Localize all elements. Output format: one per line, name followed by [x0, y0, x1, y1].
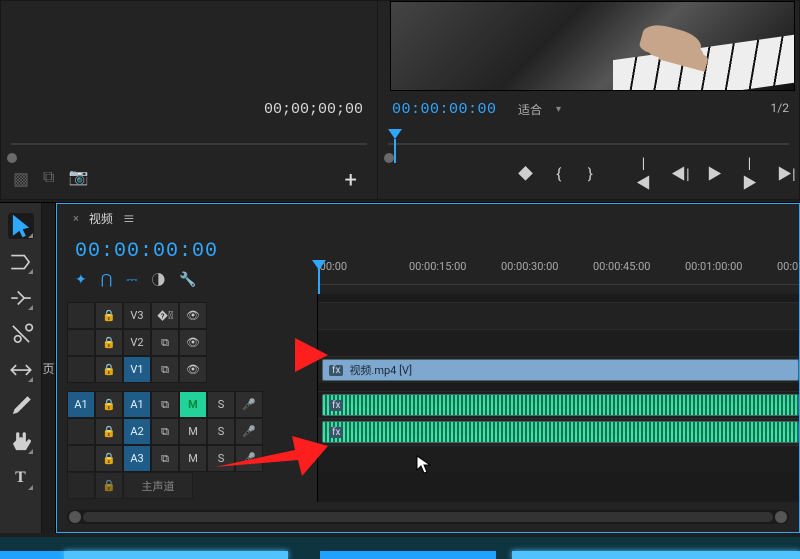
track-label[interactable]: A3	[123, 445, 151, 472]
voice-icon[interactable]: 🎤	[235, 391, 263, 418]
source-timecode: 00;00;00;00	[264, 101, 363, 118]
video-clip[interactable]: fx 视频.mp4 [V]	[322, 359, 799, 381]
track-label: 主声道	[123, 472, 193, 499]
panel-divider[interactable]: 页	[42, 203, 56, 533]
fx-badge: fx	[329, 365, 343, 376]
markers-toggle[interactable]: ◑	[151, 270, 165, 290]
program-monitor: 00:00:00:00 适合 ▾ 1/2 ◆ { } |◀ ◀| ▶ |▶ ▶|	[378, 0, 800, 200]
mark-in-icon[interactable]: {	[553, 165, 564, 183]
marker-icon[interactable]: ◆	[518, 163, 533, 184]
voice-icon[interactable]: 🎤	[235, 445, 263, 472]
goto-in-icon[interactable]: |◀	[636, 154, 651, 193]
fx-badge: fx	[329, 400, 343, 411]
ruler-tick: 00:00:15:00	[409, 260, 466, 273]
clips-area[interactable]: fx 视频.mp4 [V] fx fx	[317, 294, 799, 502]
slip-tool[interactable]	[8, 357, 34, 383]
goto-out-icon[interactable]: ▶|	[777, 163, 793, 184]
mute-button[interactable]: M	[179, 391, 207, 418]
source-monitor: 00;00;00;00 ▩ ⧉ 📷 +	[0, 0, 378, 200]
play-icon[interactable]: ▶	[707, 163, 722, 184]
track-select-tool[interactable]	[8, 249, 34, 275]
mute-button[interactable]: M	[179, 418, 207, 445]
lock-icon[interactable]: 🔒	[95, 445, 123, 472]
panel-divider-label: 页	[42, 360, 54, 377]
chevron-down-icon: ▾	[556, 104, 561, 115]
toggle-output-icon[interactable]: ⧉	[151, 391, 179, 418]
track-label[interactable]: V1	[123, 356, 151, 383]
track-label[interactable]: A1	[123, 391, 151, 418]
add-button[interactable]: +	[345, 168, 357, 193]
step-fwd-icon[interactable]: |▶	[742, 154, 757, 193]
render-progress	[0, 537, 800, 559]
zoom-fit-dropdown[interactable]: 适合 ▾	[518, 101, 561, 118]
eye-icon[interactable]: 👁	[179, 356, 207, 383]
sequence-name: 视频	[89, 210, 113, 227]
lock-icon[interactable]: 🔒	[95, 356, 123, 383]
solo-button[interactable]: S	[207, 391, 235, 418]
ruler-tick: 00:01:00:00	[685, 260, 742, 273]
program-time-ruler[interactable]	[388, 129, 789, 153]
timeline-hzoom[interactable]	[67, 510, 789, 524]
toggle-output-icon[interactable]: ⧉	[151, 445, 179, 472]
program-timecode[interactable]: 00:00:00:00	[392, 101, 497, 118]
hand-tool[interactable]	[8, 429, 34, 455]
toggle-output-icon[interactable]: ⧉	[151, 356, 179, 383]
nest-toggle[interactable]: ✦	[75, 272, 87, 288]
mark-out-icon[interactable]: }	[585, 165, 596, 183]
transport-controls: ◆ { } |◀ ◀| ▶ |▶ ▶|	[518, 154, 793, 193]
track-label[interactable]: V2	[123, 329, 151, 356]
audio-clip-a1[interactable]: fx	[322, 394, 799, 416]
resolution-label[interactable]: 1/2	[771, 101, 789, 115]
source-time-ruler[interactable]	[11, 129, 367, 153]
selection-tool[interactable]	[8, 213, 34, 239]
solo-button[interactable]: S	[207, 418, 235, 445]
timeline-timecode[interactable]: 00:00:00:00	[75, 240, 218, 263]
track-label[interactable]: A2	[123, 418, 151, 445]
clip-label: 视频.mp4 [V]	[349, 362, 412, 378]
time-ruler[interactable]: :00:00 00:00:15:00 00:00:30:00 00:00:45:…	[317, 260, 799, 290]
toggle-output-icon[interactable]: ⧉	[151, 329, 179, 356]
lock-icon[interactable]: 🔒	[95, 472, 123, 499]
timeline-toggles: ✦ ⋂ ⎓ ◑ 🔧	[75, 270, 197, 290]
tool-palette: T	[0, 203, 42, 533]
audio-clip-a2[interactable]: fx	[322, 421, 799, 443]
voice-icon[interactable]: 🎤	[235, 418, 263, 445]
step-back-icon[interactable]: ◀|	[671, 163, 687, 184]
ruler-tick: 00:00:30:00	[501, 260, 558, 273]
insert-icon[interactable]: ⧉	[43, 167, 54, 191]
zoom-handle-left[interactable]	[69, 511, 81, 523]
tab-menu-icon[interactable]: ≡	[123, 210, 135, 227]
zoom-handle-right[interactable]	[775, 511, 787, 523]
snap-toggle[interactable]: ⋂	[101, 272, 112, 288]
settings-icon[interactable]: 🔧	[179, 272, 196, 288]
eye-icon[interactable]: 👁	[179, 329, 207, 356]
ruler-tick: 00:00:45:00	[593, 260, 650, 273]
toggle-output-icon[interactable]: �⃞	[151, 302, 179, 329]
close-icon[interactable]: ×	[73, 212, 79, 225]
program-preview	[390, 1, 795, 91]
fx-badge: fx	[329, 427, 343, 438]
linked-selection-toggle[interactable]: ⎓	[126, 272, 137, 288]
eye-icon[interactable]: 👁	[179, 302, 207, 329]
toggle-output-icon[interactable]: ⧉	[151, 418, 179, 445]
ruler-tick: 00:01:15:00	[777, 260, 800, 273]
mute-button[interactable]: M	[179, 445, 207, 472]
timeline-panel: × 视频 ≡ 00:00:00:00 ✦ ⋂ ⎓ ◑ 🔧 :00:00 00:0…	[56, 203, 800, 533]
razor-tool[interactable]	[8, 321, 34, 347]
source-patch[interactable]: A1	[67, 391, 95, 418]
sequence-tab[interactable]: × 视频 ≡	[73, 210, 135, 227]
lock-icon[interactable]: 🔒	[95, 302, 123, 329]
lock-icon[interactable]: 🔒	[95, 329, 123, 356]
lock-icon[interactable]: 🔒	[95, 391, 123, 418]
pen-tool[interactable]	[8, 393, 34, 419]
camera-icon[interactable]: 📷	[68, 167, 88, 191]
type-tool[interactable]: T	[8, 465, 34, 491]
track-label[interactable]: V3	[123, 302, 151, 329]
lock-icon[interactable]: 🔒	[95, 418, 123, 445]
export-frame-icon[interactable]: ▩	[13, 167, 29, 191]
ripple-edit-tool[interactable]	[8, 285, 34, 311]
solo-button[interactable]: S	[207, 445, 235, 472]
